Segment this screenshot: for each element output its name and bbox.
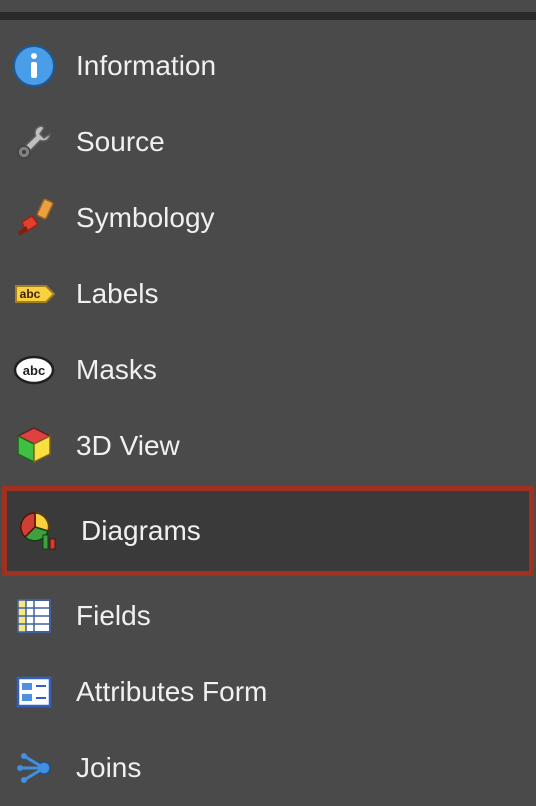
join-icon (10, 744, 58, 792)
sidebar-item-label: Labels (76, 278, 159, 310)
form-icon (10, 668, 58, 716)
pie-chart-icon (15, 507, 63, 555)
sidebar-item-source[interactable]: Source (0, 104, 536, 180)
info-icon (10, 42, 58, 90)
wrench-icon (10, 118, 58, 166)
cube-icon (10, 422, 58, 470)
sidebar-item-labels[interactable]: abc Labels (0, 256, 536, 332)
label-tag-icon: abc (10, 270, 58, 318)
sidebar-item-label: Information (76, 50, 216, 82)
sidebar-item-joins[interactable]: Joins (0, 730, 536, 806)
sidebar-item-fields[interactable]: Fields (0, 578, 536, 654)
sidebar-item-label: Joins (76, 752, 141, 784)
svg-text:abc: abc (23, 363, 45, 378)
sidebar-item-masks[interactable]: abc Masks (0, 332, 536, 408)
sidebar-item-label: Diagrams (81, 515, 201, 547)
sidebar-item-symbology[interactable]: Symbology (0, 180, 536, 256)
sidebar-item-information[interactable]: Information (0, 28, 536, 104)
sidebar-item-label: Symbology (76, 202, 215, 234)
sidebar-item-3d-view[interactable]: 3D View (0, 408, 536, 484)
sidebar-item-label: 3D View (76, 430, 180, 462)
sidebar-item-attributes-form[interactable]: Attributes Form (0, 654, 536, 730)
fields-icon (10, 592, 58, 640)
layer-properties-sidebar: Information Source Symbology abc (0, 0, 536, 758)
sidebar-item-label: Masks (76, 354, 157, 386)
svg-text:abc: abc (20, 287, 41, 301)
title-bar (0, 12, 536, 20)
sidebar-item-label: Attributes Form (76, 676, 267, 708)
sidebar-item-diagrams[interactable]: Diagrams (2, 486, 534, 576)
sidebar-item-label: Source (76, 126, 165, 158)
mask-icon: abc (10, 346, 58, 394)
paintbrush-icon (10, 194, 58, 242)
sidebar-item-label: Fields (76, 600, 151, 632)
